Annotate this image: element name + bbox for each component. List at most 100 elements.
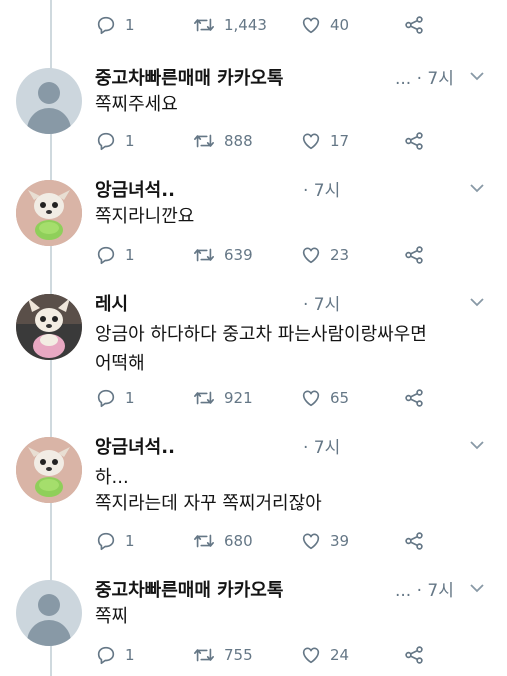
retweet-icon	[194, 134, 214, 148]
share-button[interactable]	[403, 383, 425, 413]
retweet-count: 921	[224, 389, 253, 407]
reply-icon	[97, 646, 115, 665]
like-button[interactable]: 24	[300, 640, 349, 670]
share-icon	[405, 16, 423, 34]
heart-icon	[302, 533, 320, 550]
retweet-button[interactable]: 680	[192, 526, 253, 556]
retweet-count: 755	[224, 646, 253, 664]
reply-button[interactable]: 1	[95, 383, 135, 413]
display-name[interactable]: 중고차빠른매매 카카오톡	[95, 64, 283, 90]
heart-icon	[302, 647, 320, 664]
reply-icon	[97, 16, 115, 35]
chevron-down-icon[interactable]	[469, 182, 485, 194]
display-name[interactable]: 앙금녀석..	[95, 433, 175, 459]
tweet-text-line: 앙금아 하다하다 중고차 파는사람이랑싸우면	[95, 324, 427, 345]
reply-button[interactable]: 1	[95, 10, 135, 40]
display-name[interactable]: 중고차빠른매매 카카오톡	[95, 576, 283, 602]
share-button[interactable]	[403, 640, 425, 670]
retweet-count: 1,443	[224, 16, 267, 34]
dog-avatar-image	[16, 437, 82, 503]
like-count: 17	[330, 132, 350, 150]
reply-count: 1	[125, 16, 135, 34]
tweet-text-line: 하...	[95, 467, 129, 488]
display-name[interactable]: 레시	[95, 290, 128, 316]
share-icon	[405, 246, 423, 264]
share-icon	[405, 532, 423, 550]
reply-icon	[97, 246, 115, 265]
retweet-button[interactable]: 639	[192, 240, 253, 270]
reply-icon	[97, 389, 115, 408]
avatar[interactable]	[16, 180, 82, 246]
tweet-text: 쪽찌	[95, 606, 129, 627]
reply-count: 1	[125, 532, 135, 550]
like-count: 23	[330, 246, 350, 264]
tweet-text-line: 쪽지라는데 자꾸 쪽찌거리잖아	[95, 493, 322, 514]
tweet-text-line: 어떡해	[95, 353, 145, 374]
retweet-icon	[194, 534, 214, 548]
reply-count: 1	[125, 246, 135, 264]
avatar[interactable]	[16, 437, 82, 503]
avatar[interactable]	[16, 68, 82, 134]
retweet-icon	[194, 248, 214, 262]
retweet-button[interactable]: 1,443	[192, 10, 267, 40]
share-button[interactable]	[403, 10, 425, 40]
timestamp[interactable]: · 7시	[303, 433, 340, 458]
avatar[interactable]	[16, 580, 82, 646]
like-count: 39	[330, 532, 350, 550]
reply-button[interactable]: 1	[95, 640, 135, 670]
share-icon	[405, 132, 423, 150]
tweet-text: 쪽찌주세요	[95, 94, 178, 115]
retweet-count: 680	[224, 532, 253, 550]
share-icon	[405, 646, 423, 664]
timestamp[interactable]: ... · 7시	[395, 576, 454, 601]
retweet-icon	[194, 391, 214, 405]
chevron-down-icon[interactable]	[469, 70, 485, 82]
display-name[interactable]: 앙금녀석..	[95, 176, 175, 202]
reply-button[interactable]: 1	[95, 240, 135, 270]
retweet-count: 888	[224, 132, 253, 150]
retweet-button[interactable]: 888	[192, 126, 253, 156]
tweet-actions-row: 1 755 24	[0, 640, 507, 670]
heart-icon	[302, 247, 320, 264]
retweet-icon	[194, 648, 214, 662]
like-button[interactable]: 40	[300, 10, 349, 40]
retweet-count: 639	[224, 246, 253, 264]
retweet-button[interactable]: 755	[192, 640, 253, 670]
tweet-actions-row: 1 1,443 40	[0, 10, 507, 40]
like-button[interactable]: 65	[300, 383, 349, 413]
like-button[interactable]: 23	[300, 240, 349, 270]
like-button[interactable]: 17	[300, 126, 349, 156]
like-count: 40	[330, 16, 350, 34]
reply-button[interactable]: 1	[95, 526, 135, 556]
reply-icon	[97, 532, 115, 551]
timestamp[interactable]: ... · 7시	[395, 64, 454, 89]
reply-icon	[97, 132, 115, 151]
reply-count: 1	[125, 646, 135, 664]
share-button[interactable]	[403, 526, 425, 556]
reply-button[interactable]: 1	[95, 126, 135, 156]
retweet-icon	[194, 18, 214, 32]
like-count: 24	[330, 646, 350, 664]
heart-icon	[302, 133, 320, 150]
tweet-actions-row: 1 680 39	[0, 526, 507, 556]
chevron-down-icon[interactable]	[469, 296, 485, 308]
tweet-actions-row: 1 888 17	[0, 126, 507, 156]
chevron-down-icon[interactable]	[469, 439, 485, 451]
heart-icon	[302, 17, 320, 34]
like-count: 65	[330, 389, 350, 407]
share-button[interactable]	[403, 126, 425, 156]
tweet-actions-row: 1 921 65	[0, 383, 507, 413]
timestamp[interactable]: · 7시	[303, 176, 340, 201]
reply-count: 1	[125, 389, 135, 407]
share-icon	[405, 389, 423, 407]
heart-icon	[302, 390, 320, 407]
share-button[interactable]	[403, 240, 425, 270]
timestamp[interactable]: · 7시	[303, 290, 340, 315]
tweet-actions-row: 1 639 23	[0, 240, 507, 270]
retweet-button[interactable]: 921	[192, 383, 253, 413]
like-button[interactable]: 39	[300, 526, 349, 556]
dog-avatar-image	[16, 294, 82, 360]
avatar[interactable]	[16, 294, 82, 360]
dog-avatar-image	[16, 180, 82, 246]
chevron-down-icon[interactable]	[469, 582, 485, 594]
